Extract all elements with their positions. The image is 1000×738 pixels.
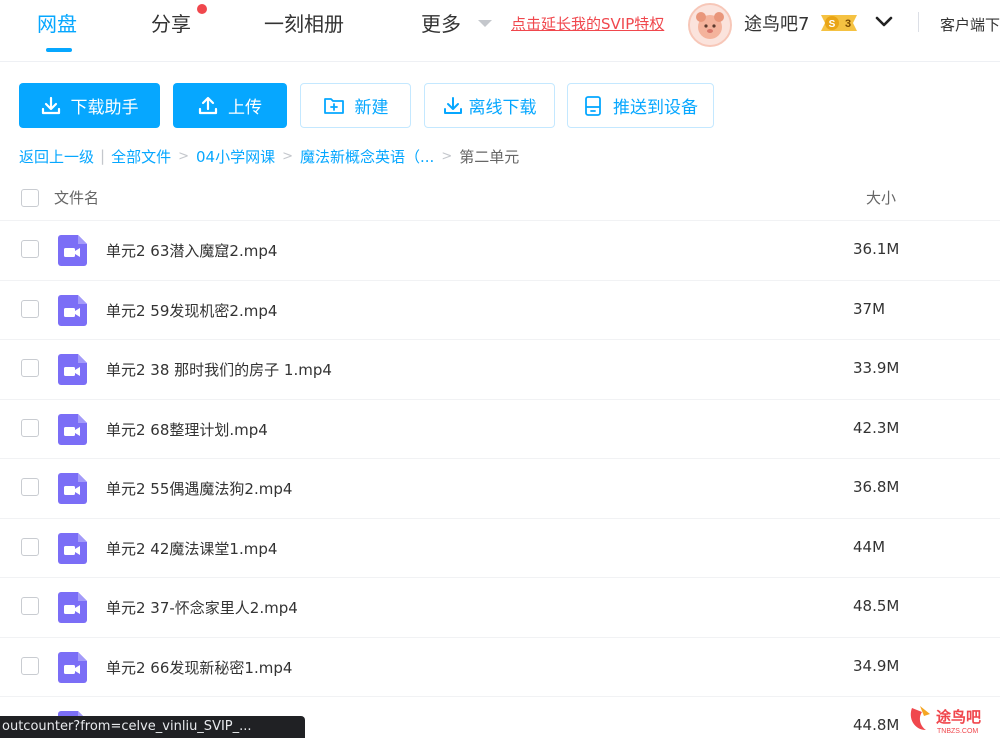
chevron-right-icon: > [441, 148, 453, 164]
chevron-right-icon: > [282, 148, 293, 164]
tab-share[interactable]: 分享 [151, 9, 191, 39]
column-header-size[interactable]: 大小 [866, 187, 896, 208]
avatar[interactable] [688, 3, 732, 47]
username[interactable]: 途鸟吧7 [744, 10, 809, 36]
download-helper-button[interactable]: 下载助手 [19, 83, 160, 128]
offline-download-icon [443, 96, 462, 114]
video-file-icon [58, 413, 87, 445]
watermark-text: 途鸟吧 [936, 708, 981, 726]
video-file-icon [58, 592, 87, 623]
upload-icon [198, 96, 218, 114]
file-row[interactable]: 单元2 42魔法课堂1.mp4 44M [0, 519, 1000, 578]
badge-prefix: S [829, 19, 836, 30]
file-size: 36.1M [853, 240, 900, 258]
upload-label: 上传 [228, 98, 262, 118]
file-name[interactable]: 单元2 59发现机密2.mp4 [106, 300, 277, 321]
watermark-subtext: TNBZS.COM [937, 728, 978, 735]
push-to-device-button[interactable]: 推送到设备 [567, 83, 714, 128]
file-checkbox[interactable] [21, 478, 39, 496]
file-size: 44M [853, 537, 886, 556]
file-name[interactable]: 单元2 38 那时我们的房子 1.mp4 [106, 359, 332, 380]
file-checkbox[interactable] [21, 597, 39, 615]
breadcrumb-current: 第二单元 [459, 147, 520, 166]
new-folder-icon [323, 97, 344, 114]
video-file-icon [58, 651, 87, 683]
svip-promo-link[interactable]: 点击延长我的SVIP特权 [511, 13, 664, 34]
breadcrumb-divider: | [100, 147, 106, 165]
chevron-down-icon[interactable] [874, 12, 894, 32]
video-file-icon [58, 235, 87, 266]
file-size: 33.9M [853, 359, 900, 377]
file-row[interactable]: 单元2 63潜入魔窟2.mp4 36.1M [0, 221, 1000, 281]
caret-down-icon[interactable] [478, 20, 492, 27]
site-watermark-logo: 途鸟吧 TNBZS.COM [910, 706, 981, 735]
file-name[interactable]: 单元2 37-怀念家里人2.mp4 [106, 597, 298, 618]
file-name[interactable]: 单元2 55偶遇魔法狗2.mp4 [106, 478, 292, 499]
file-list-header: 文件名 大小 [0, 173, 1000, 221]
file-name[interactable]: 单元2 42魔法课堂1.mp4 [106, 538, 277, 559]
file-checkbox[interactable] [21, 537, 39, 556]
file-size: 37M [853, 299, 886, 318]
download-icon [41, 96, 60, 114]
file-size: 34.9M [853, 656, 900, 675]
video-file-icon [58, 294, 87, 326]
active-tab-indicator [46, 48, 72, 52]
top-nav: 网盘 分享 一刻相册 更多 点击延长我的SVIP特权 途鸟吧7 S 3 客户端下 [0, 0, 1000, 62]
breadcrumb-english-course[interactable]: 魔法新概念英语（... [300, 146, 434, 167]
file-checkbox[interactable] [21, 359, 39, 377]
browser-status-bar: outcounter?from=celve_vinliu_SVIP_... [0, 716, 305, 738]
push-to-device-label: 推送到设备 [613, 98, 698, 118]
file-row[interactable]: 单元2 55偶遇魔法狗2.mp4 36.8M [0, 459, 1000, 519]
device-icon [585, 95, 601, 116]
file-list: 单元2 63潜入魔窟2.mp4 36.1M 单元2 59发现机密2.mp4 37M 单元… [0, 221, 1000, 738]
tab-album[interactable]: 一刻相册 [264, 9, 344, 39]
file-size: 42.3M [853, 418, 900, 437]
video-file-icon [58, 532, 87, 564]
file-row[interactable]: 单元2 38 那时我们的房子 1.mp4 33.9M [0, 340, 1000, 400]
file-row[interactable]: 单元2 59发现机密2.mp4 37M [0, 281, 1000, 340]
file-name[interactable]: 单元2 63潜入魔窟2.mp4 [106, 240, 277, 261]
file-checkbox[interactable] [21, 240, 39, 258]
file-name[interactable]: 单元2 66发现新秘密1.mp4 [106, 657, 292, 678]
file-checkbox[interactable] [21, 656, 39, 675]
chevron-right-icon: > [178, 148, 189, 164]
file-size: 36.8M [853, 478, 900, 496]
file-size: 44.8M [853, 716, 900, 734]
select-all-checkbox[interactable] [21, 189, 39, 207]
file-name[interactable]: 单元2 68整理计划.mp4 [106, 419, 268, 440]
offline-download-button[interactable]: 离线下载 [424, 83, 555, 128]
file-row[interactable]: 单元2 68整理计划.mp4 42.3M [0, 400, 1000, 459]
breadcrumb: 返回上一级 | 全部文件 > 04小学网课 > 魔法新概念英语（... > 第二… [19, 145, 519, 167]
breadcrumb-all-files[interactable]: 全部文件 [111, 146, 171, 167]
file-checkbox[interactable] [21, 299, 39, 318]
offline-download-label: 离线下载 [468, 98, 537, 118]
file-row[interactable]: 单元2 37-怀念家里人2.mp4 48.5M [0, 578, 1000, 638]
breadcrumb-back[interactable]: 返回上一级 [19, 146, 94, 167]
svip-level-badge: S 3 [821, 15, 857, 31]
column-header-name[interactable]: 文件名 [54, 187, 99, 208]
file-checkbox[interactable] [21, 418, 39, 437]
download-helper-label: 下载助手 [70, 98, 139, 118]
tab-netdisk[interactable]: 网盘 [37, 9, 77, 39]
notification-dot [197, 4, 207, 14]
breadcrumb-primary-course[interactable]: 04小学网课 [196, 146, 275, 167]
new-folder-button[interactable]: 新建 [300, 83, 411, 128]
badge-level: 3 [845, 18, 851, 30]
file-size: 48.5M [853, 597, 900, 615]
video-file-icon [58, 473, 87, 504]
tab-more[interactable]: 更多 [421, 9, 461, 39]
new-label: 新建 [354, 98, 389, 118]
video-file-icon [58, 354, 87, 385]
file-row[interactable]: 单元2 66发现新秘密1.mp4 34.9M [0, 638, 1000, 697]
client-download-link[interactable]: 客户端下 [940, 14, 1000, 35]
upload-button[interactable]: 上传 [173, 83, 287, 128]
nav-divider [918, 12, 919, 32]
